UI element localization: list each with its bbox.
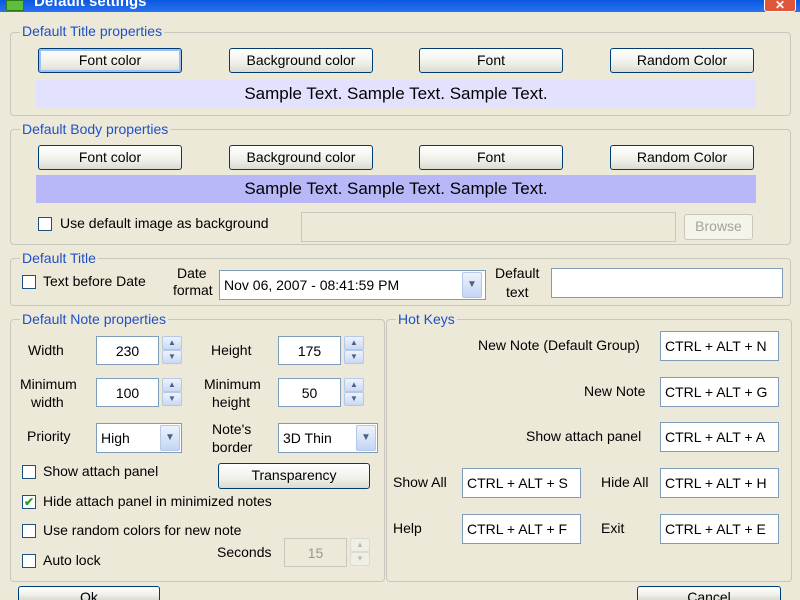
width-spinner[interactable]: ▲ ▼: [162, 336, 182, 364]
width-field[interactable]: 230: [96, 336, 159, 365]
border-label-line1: Note's: [212, 421, 252, 437]
body-font-color-button[interactable]: Font color: [38, 145, 182, 170]
border-label-line2: border: [212, 439, 253, 455]
show-all-label: Show All: [393, 474, 447, 490]
default-text-label-line2: text: [506, 284, 529, 300]
priority-label: Priority: [27, 428, 71, 444]
show-attach-hotkey[interactable]: CTRL + ALT + A: [660, 422, 779, 452]
help-hotkey[interactable]: CTRL + ALT + F: [462, 514, 581, 544]
window-title: Default settings: [34, 0, 147, 10]
seconds-spinner[interactable]: ▲ ▼: [350, 538, 370, 566]
min-height-label-line2: height: [212, 394, 251, 410]
body-sample-text: Sample Text. Sample Text. Sample Text.: [36, 175, 756, 203]
new-note-group-hotkey[interactable]: CTRL + ALT + N: [660, 331, 779, 361]
seconds-label: Seconds: [217, 544, 272, 560]
use-image-label: Use default image as background: [60, 215, 269, 231]
exit-label: Exit: [601, 520, 625, 536]
auto-lock-label: Auto lock: [43, 552, 101, 568]
border-dropdown-icon[interactable]: ▼: [356, 425, 376, 451]
ok-button[interactable]: Ok: [18, 586, 160, 600]
title-properties-legend: Default Title properties: [20, 23, 165, 39]
seconds-field[interactable]: 15: [284, 538, 347, 567]
app-icon: [6, 0, 24, 11]
transparency-button[interactable]: Transparency: [218, 463, 370, 489]
show-attach-panel-checkbox[interactable]: [22, 465, 36, 479]
height-spinner[interactable]: ▲ ▼: [344, 336, 364, 364]
image-path-field[interactable]: [301, 212, 676, 242]
title-font-button[interactable]: Font: [419, 48, 563, 73]
body-random-color-button[interactable]: Random Color: [610, 145, 754, 170]
hide-all-hotkey[interactable]: CTRL + ALT + H: [660, 468, 779, 498]
random-colors-label: Use random colors for new note: [43, 522, 242, 538]
title-background-color-button[interactable]: Background color: [229, 48, 373, 73]
help-label: Help: [393, 520, 422, 536]
note-properties-legend: Default Note properties: [20, 311, 168, 327]
height-label: Height: [211, 342, 252, 358]
default-text-field[interactable]: [551, 268, 783, 298]
date-format-dropdown-icon[interactable]: ▼: [462, 272, 482, 298]
min-width-spinner[interactable]: ▲ ▼: [162, 378, 182, 406]
text-before-date-checkbox[interactable]: [22, 275, 36, 289]
text-before-date-label: Text before Date: [43, 273, 146, 289]
use-image-checkbox[interactable]: [38, 217, 52, 231]
show-attach-panel-label: Show attach panel: [43, 463, 159, 479]
close-button[interactable]: ✕: [764, 0, 796, 12]
show-all-hotkey[interactable]: CTRL + ALT + S: [462, 468, 581, 498]
hide-attach-panel-checkbox[interactable]: ✔: [22, 495, 36, 509]
min-height-field[interactable]: 50: [278, 378, 341, 407]
new-note-hotkey[interactable]: CTRL + ALT + G: [660, 377, 779, 407]
min-width-label-line1: Minimum: [20, 376, 77, 392]
title-sample-text: Sample Text. Sample Text. Sample Text.: [36, 80, 756, 107]
auto-lock-checkbox[interactable]: [22, 554, 36, 568]
min-height-label-line1: Minimum: [204, 376, 261, 392]
title-random-color-button[interactable]: Random Color: [610, 48, 754, 73]
hide-all-label: Hide All: [601, 474, 649, 490]
hide-attach-panel-label: Hide attach panel in minimized notes: [43, 493, 272, 509]
cancel-button[interactable]: Cancel: [637, 586, 781, 600]
title-font-color-button[interactable]: Font color: [38, 48, 182, 73]
new-note-group-label: New Note (Default Group): [478, 337, 640, 353]
body-background-color-button[interactable]: Background color: [229, 145, 373, 170]
height-field[interactable]: 175: [278, 336, 341, 365]
hot-keys-legend: Hot Keys: [396, 311, 457, 327]
default-title-legend: Default Title: [20, 250, 98, 266]
body-properties-legend: Default Body properties: [20, 121, 171, 137]
min-height-spinner[interactable]: ▲ ▼: [344, 378, 364, 406]
date-format-label-line2: format: [173, 282, 213, 298]
min-width-field[interactable]: 100: [96, 378, 159, 407]
random-colors-checkbox[interactable]: [22, 524, 36, 538]
date-format-combo[interactable]: Nov 06, 2007 - 08:41:59 PM: [219, 270, 486, 300]
body-font-button[interactable]: Font: [419, 145, 563, 170]
show-attach-hotkey-label: Show attach panel: [526, 428, 642, 444]
exit-hotkey[interactable]: CTRL + ALT + E: [660, 514, 779, 544]
min-width-label-line2: width: [31, 394, 64, 410]
width-label: Width: [28, 342, 64, 358]
default-text-label-line1: Default: [495, 265, 540, 281]
browse-button[interactable]: Browse: [684, 214, 753, 240]
priority-dropdown-icon[interactable]: ▼: [160, 425, 180, 451]
new-note-label: New Note: [584, 383, 646, 399]
date-format-label-line1: Date: [177, 265, 207, 281]
